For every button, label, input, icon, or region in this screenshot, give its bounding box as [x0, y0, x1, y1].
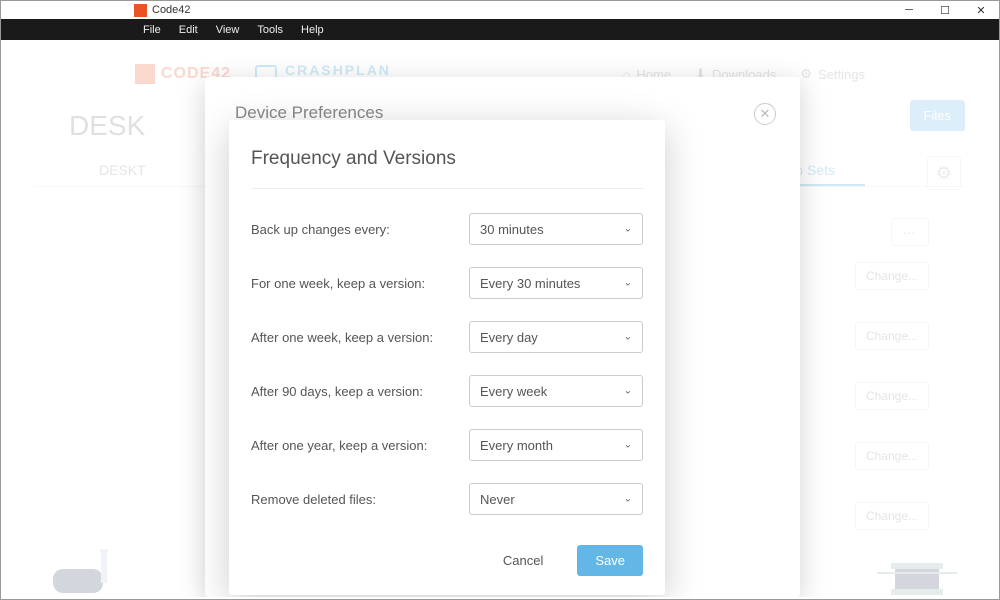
window-titlebar: Code42 ─ ☐ ✕: [0, 0, 1000, 19]
select-value: Every 30 minutes: [480, 276, 580, 291]
menu-tools[interactable]: Tools: [248, 24, 292, 36]
after-one-year-select[interactable]: Every month ⌄: [469, 429, 643, 461]
maximize-button[interactable]: ☐: [927, 1, 963, 20]
select-value: Never: [480, 492, 515, 507]
change-button: Change...: [855, 262, 929, 290]
chevron-down-icon: ⌄: [624, 494, 632, 505]
nav-settings: ⚙Settings: [800, 66, 865, 82]
select-value: Every week: [480, 384, 547, 399]
change-button: Change...: [855, 442, 929, 470]
modal-footer: Cancel Save: [251, 537, 643, 576]
close-window-button[interactable]: ✕: [963, 1, 999, 20]
menu-file[interactable]: File: [134, 24, 170, 36]
app-icon: [134, 4, 147, 17]
select-value: Every month: [480, 438, 553, 453]
select-value: Every day: [480, 330, 538, 345]
change-button: Change...: [855, 322, 929, 350]
menu-help[interactable]: Help: [292, 24, 333, 36]
menu-view[interactable]: View: [207, 24, 249, 36]
chevron-down-icon: ⌄: [624, 440, 632, 451]
gear-icon: ⚙: [800, 66, 812, 82]
frequency-versions-modal: Frequency and Versions Back up changes e…: [229, 120, 665, 595]
remove-deleted-select[interactable]: Never ⌄: [469, 483, 643, 515]
setting-row-backup-frequency: Back up changes every: 30 minutes ⌄: [251, 213, 643, 245]
setting-label: After one year, keep a version:: [251, 438, 469, 453]
menubar: File Edit View Tools Help: [0, 19, 1000, 40]
menu-edit[interactable]: Edit: [170, 24, 207, 36]
setting-label: After 90 days, keep a version:: [251, 384, 469, 399]
select-value: 30 minutes: [480, 222, 544, 237]
setting-row-one-week: For one week, keep a version: Every 30 m…: [251, 267, 643, 299]
settings-gear-button: ⚙: [927, 156, 961, 190]
setting-label: After one week, keep a version:: [251, 330, 469, 345]
chevron-down-icon: ⌄: [624, 278, 632, 289]
more-button: …: [891, 218, 929, 246]
window-controls: ─ ☐ ✕: [891, 1, 999, 20]
change-button: Change...: [855, 382, 929, 410]
cancel-button[interactable]: Cancel: [485, 545, 561, 576]
setting-row-after-one-year: After one year, keep a version: Every mo…: [251, 429, 643, 461]
close-icon[interactable]: ✕: [754, 103, 776, 125]
files-button: Files: [910, 100, 965, 131]
setting-row-after-one-week: After one week, keep a version: Every da…: [251, 321, 643, 353]
chevron-down-icon: ⌄: [624, 386, 632, 397]
modal-title: Frequency and Versions: [251, 148, 643, 189]
chevron-down-icon: ⌄: [624, 332, 632, 343]
setting-label: Remove deleted files:: [251, 492, 469, 507]
setting-row-remove-deleted: Remove deleted files: Never ⌄: [251, 483, 643, 515]
settings-body: Back up changes every: 30 minutes ⌄ For …: [251, 189, 643, 537]
setting-row-after-90-days: After 90 days, keep a version: Every wee…: [251, 375, 643, 407]
change-button: Change...: [855, 502, 929, 530]
after-90-days-select[interactable]: Every week ⌄: [469, 375, 643, 407]
after-one-week-select[interactable]: Every day ⌄: [469, 321, 643, 353]
minimize-button[interactable]: ─: [891, 1, 927, 20]
one-week-select[interactable]: Every 30 minutes ⌄: [469, 267, 643, 299]
setting-label: Back up changes every:: [251, 222, 469, 237]
setting-label: For one week, keep a version:: [251, 276, 469, 291]
window-title: Code42: [152, 4, 891, 16]
chevron-down-icon: ⌄: [624, 224, 632, 235]
backup-frequency-select[interactable]: 30 minutes ⌄: [469, 213, 643, 245]
bg-tab-1: DESKT: [69, 156, 176, 186]
save-button[interactable]: Save: [577, 545, 643, 576]
